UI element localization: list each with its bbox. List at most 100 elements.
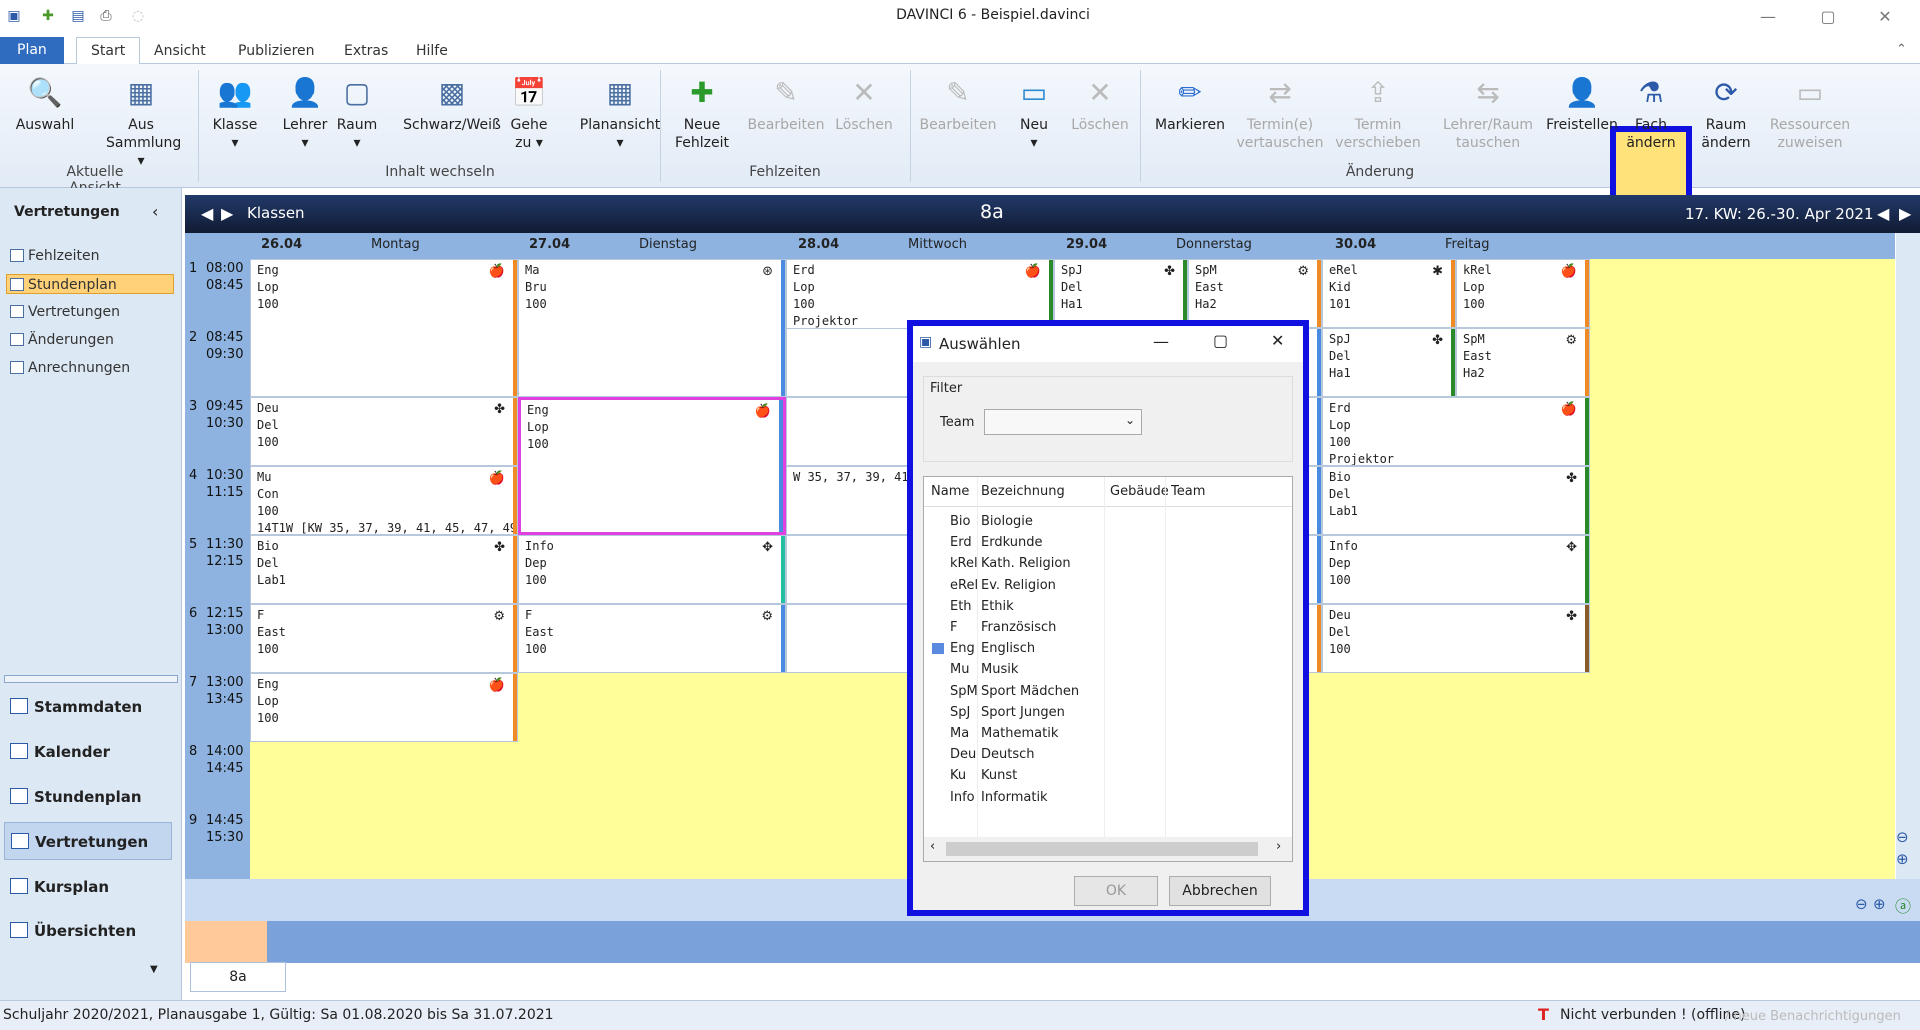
ribbon-button-lehrer-raum[interactable]: ⇆ Lehrer/Raum tauschen: [1432, 74, 1544, 152]
connection-status[interactable]: Nicht verbunden ! (offline): [1560, 1007, 1745, 1023]
nav-kursplan[interactable]: Kursplan: [10, 868, 178, 906]
ribbon-button-aus[interactable]: ▦ Aus Sammlung ▾: [106, 74, 181, 170]
list-item[interactable]: kRel Kath. Religion: [924, 553, 1292, 574]
ribbon-button-löschen[interactable]: ✕ Löschen: [1066, 74, 1134, 134]
ribbon-button-fach[interactable]: ⚗ Fach ändern: [1616, 74, 1686, 152]
ribbon-button-lehrer[interactable]: 👤 Lehrer ▾: [276, 74, 334, 152]
list-item[interactable]: Info Informatik: [924, 787, 1292, 808]
maximize-button[interactable]: ▢: [1213, 331, 1228, 350]
tab-publizieren[interactable]: Publizieren: [224, 40, 329, 64]
nav-vertretungen[interactable]: Vertretungen: [4, 822, 172, 860]
ribbon-button-raum[interactable]: ⟳ Raum ändern: [1696, 74, 1756, 152]
team-select[interactable]: ⌄: [984, 409, 1142, 435]
ribbon-button-markieren[interactable]: ✏ Markieren: [1148, 74, 1232, 134]
prev-week-button[interactable]: ◀: [1877, 204, 1889, 223]
list-item[interactable]: F Französisch: [924, 617, 1292, 638]
scroll-right-icon[interactable]: ›: [1276, 839, 1281, 854]
nav-uebersichten[interactable]: Übersichten: [10, 912, 178, 950]
nav-kalender[interactable]: Kalender: [10, 733, 178, 771]
sidebar-item-anrechnungen[interactable]: Anrechnungen: [10, 358, 130, 378]
sidebar-item-stundenplan[interactable]: Stundenplan: [6, 274, 174, 294]
minimize-button[interactable]: —: [1153, 332, 1169, 351]
lesson-cell[interactable]: Bio Del Lab1 ✤: [250, 535, 518, 604]
scroll-left-icon[interactable]: ‹: [930, 839, 935, 854]
list-item[interactable]: Ku Kunst: [924, 765, 1292, 786]
tab-plan[interactable]: Plan: [0, 37, 64, 65]
lesson-cell[interactable]: Eng Lop 100 🍎: [250, 673, 518, 742]
ribbon-button-bearbeiten[interactable]: ✎ Bearbeiten: [918, 74, 998, 134]
lesson-cell[interactable]: SpJ Del Ha1 ✤: [1054, 259, 1188, 328]
lesson-cell[interactable]: F East 100 ⚙: [250, 604, 518, 673]
col-header[interactable]: Bezeichnung: [981, 484, 1065, 499]
font-size-icon[interactable]: ⓐ: [1895, 893, 1911, 917]
lesson-cell[interactable]: Info Dep 100 ✥: [1322, 535, 1590, 604]
ribbon-button-ressourcen[interactable]: ▭ Ressourcen zuweisen: [1762, 74, 1858, 152]
lesson-cell[interactable]: eRel Kid 101 ✱: [1322, 259, 1456, 328]
ribbon-button-schwarz-weiß[interactable]: ▩ Schwarz/Weiß: [400, 74, 504, 134]
ribbon-button-planansicht[interactable]: ▦ Planansicht ▾: [566, 74, 674, 152]
tab-start[interactable]: Start: [76, 37, 141, 65]
cancel-button[interactable]: Abbrechen: [1169, 876, 1271, 906]
minimize-button[interactable]: —: [1745, 4, 1791, 30]
next-week-button[interactable]: ▶: [1899, 204, 1911, 223]
close-button[interactable]: ✕: [1271, 331, 1284, 350]
tab-extras[interactable]: Extras: [330, 40, 402, 64]
lesson-cell[interactable]: kRel Lop 100🍎: [1456, 259, 1590, 328]
lesson-cell[interactable]: Mu Con 100 14T1W [KW 35, 37, 39, 41, 45,…: [250, 466, 518, 535]
sidebar-item-vertretungen[interactable]: Vertretungen: [10, 302, 120, 322]
ribbon-button-neue[interactable]: ✚ Neue Fehlzeit: [668, 74, 736, 152]
zoom-out-icon[interactable]: ⊖: [1855, 895, 1868, 913]
next-type-button[interactable]: ▶: [221, 204, 233, 223]
nav-stundenplan[interactable]: Stundenplan: [10, 778, 178, 816]
lesson-cell[interactable]: Erd Lop 100 Projektor 🍎: [1322, 397, 1590, 466]
lesson-cell[interactable]: Bio Del Lab1 ✤: [1322, 466, 1590, 535]
ribbon-button-neu[interactable]: ▭ Neu ▾: [1010, 74, 1058, 152]
list-item[interactable]: eRel Ev. Religion: [924, 575, 1292, 596]
col-header[interactable]: Gebäude: [1110, 484, 1169, 499]
lesson-cell[interactable]: Deu Del 100 ✤: [1322, 604, 1590, 673]
horizontal-scrollbar[interactable]: ‹ ›: [924, 837, 1292, 861]
list-item[interactable]: SpM Sport Mädchen: [924, 681, 1292, 702]
tab-hilfe[interactable]: Hilfe: [402, 40, 462, 64]
ribbon-button-termin-e-[interactable]: ⇄ Termin(e) vertauschen: [1232, 74, 1328, 152]
close-button[interactable]: ✕: [1862, 4, 1908, 30]
ribbon-button-freistellen[interactable]: 👤 Freistellen: [1542, 74, 1622, 134]
ribbon-button-löschen[interactable]: ✕ Löschen: [830, 74, 898, 134]
ribbon-button-auswahl[interactable]: 🔍 Auswahl: [10, 74, 80, 134]
zoom-out-icon[interactable]: ⊖: [1896, 828, 1909, 846]
collapse-ribbon-icon[interactable]: ⌃: [1896, 42, 1907, 57]
col-header[interactable]: Team: [1171, 484, 1205, 499]
notifications[interactable]: / neue Benachrichtigungen: [1725, 1009, 1920, 1024]
lesson-cell[interactable]: SpM East Ha2 ⚙: [1188, 259, 1322, 328]
list-item[interactable]: Deu Deutsch: [924, 744, 1292, 765]
col-header[interactable]: Name: [931, 484, 969, 499]
list-item[interactable]: Ma Mathematik: [924, 723, 1292, 744]
list-item[interactable]: SpJ Sport Jungen: [924, 702, 1292, 723]
list-item[interactable]: Eth Ethik: [924, 596, 1292, 617]
lesson-cell[interactable]: Info Dep 100 ✥: [518, 535, 786, 604]
ribbon-button-termin[interactable]: ⇪ Termin verschieben: [1330, 74, 1426, 152]
scrollbar[interactable]: [1896, 233, 1920, 879]
ribbon-button-gehe[interactable]: 📅 Gehe zu ▾: [506, 74, 552, 152]
lesson-cell[interactable]: Ma Bru 100 ⊛: [518, 259, 786, 397]
splitter[interactable]: [4, 675, 178, 683]
lesson-cell[interactable]: Eng Lop 100 🍎: [250, 259, 518, 397]
sidebar-item-fehlzeiten[interactable]: Fehlzeiten: [10, 246, 100, 266]
ribbon-button-klasse[interactable]: 👥 Klasse ▾: [206, 74, 264, 152]
class-tab[interactable]: 8a: [190, 962, 286, 992]
zoom-in-icon[interactable]: ⊕: [1873, 895, 1886, 913]
ribbon-button-bearbeiten[interactable]: ✎ Bearbeiten: [746, 74, 826, 134]
zoom-in-icon[interactable]: ⊕: [1896, 850, 1909, 868]
ok-button[interactable]: OK: [1074, 876, 1158, 906]
list-item[interactable]: Eng Englisch: [924, 638, 1292, 659]
list-item[interactable]: Mu Musik: [924, 659, 1292, 680]
ribbon-button-raum[interactable]: ▢ Raum ▾: [332, 74, 382, 152]
sidebar-collapse-button[interactable]: ‹: [152, 202, 158, 221]
lesson-cell[interactable]: SpJ Del Ha1 ✤: [1322, 328, 1456, 397]
lesson-cell[interactable]: SpM East Ha2 ⚙: [1456, 328, 1590, 397]
sidebar-item-aenderungen[interactable]: Änderungen: [10, 330, 114, 350]
lesson-cell[interactable]: Deu Del 100 ✤: [250, 397, 518, 466]
nav-stammdaten[interactable]: Stammdaten: [10, 688, 178, 726]
prev-type-button[interactable]: ◀: [201, 204, 213, 223]
scroll-thumb[interactable]: [946, 842, 1258, 856]
